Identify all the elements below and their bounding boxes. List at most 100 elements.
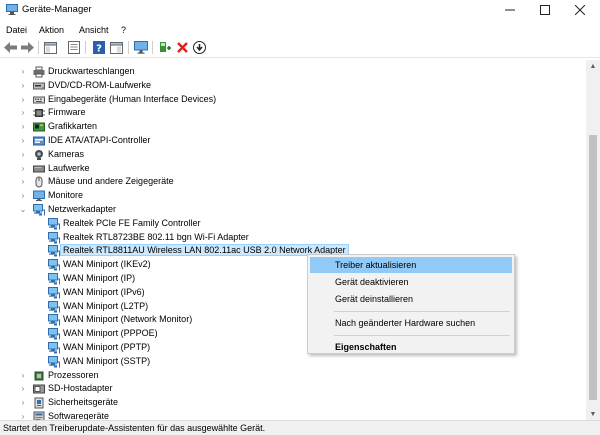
context-menu-item[interactable]: Gerät deaktivieren [310, 274, 512, 290]
caret-down-icon: ▼ [589, 410, 597, 418]
tree-category-item[interactable]: › Eingabegeräte (Human Interface Devices) [0, 93, 586, 107]
context-menu: Treiber aktualisieren Gerät deaktivieren G… [307, 254, 515, 354]
tree-item-label: WAN Miniport (IP) [63, 273, 136, 283]
console-tree-icon [44, 41, 57, 54]
properties-button[interactable] [66, 40, 81, 55]
expander-collapsed-icon[interactable]: › [19, 385, 27, 393]
expander-collapsed-icon[interactable]: › [19, 413, 27, 421]
tree-category-item[interactable]: › Mäuse und andere Zeigegeräte [0, 175, 586, 189]
context-menu-item[interactable]: Treiber aktualisieren [310, 257, 512, 273]
tree-item-label: WAN Miniport (Network Monitor) [63, 314, 193, 325]
network-adapter-icon [48, 314, 60, 326]
tree-device-item[interactable]: Realtek PCIe FE Family Controller [0, 217, 586, 231]
graphics-card-icon [33, 121, 45, 133]
tree-item-label: WAN Miniport (IKEv2) [63, 259, 151, 270]
tree-item-label: Netzwerkadapter [48, 204, 117, 214]
expander-collapsed-icon[interactable]: › [19, 150, 27, 159]
minimize-icon [505, 9, 515, 11]
monitor-icon [33, 190, 45, 202]
device-tree[interactable]: › Druckwarteschlangen › DVD/CD-ROM-Laufwerk… [0, 60, 586, 420]
toolbar-separator [38, 41, 39, 54]
uninstall-button[interactable] [175, 40, 190, 55]
tree-category-item[interactable]: › Softwaregeräte [0, 410, 586, 420]
network-adapter-icon [48, 328, 60, 340]
tree-category-item[interactable]: › Monitore [0, 189, 586, 203]
expander-collapsed-icon[interactable]: › [19, 192, 27, 200]
tree-item-label: Realtek RTL8723BE 802.11 bgn Wi-Fi Adapt… [63, 231, 249, 242]
expander-collapsed-icon[interactable]: › [19, 95, 27, 104]
tree-item-label: WAN Miniport (IPv6) [63, 286, 145, 297]
tree-item-label: Softwaregeräte [48, 411, 110, 420]
network-adapter-icon [48, 259, 60, 271]
disk-drive-icon [33, 163, 45, 175]
tree-item-label: Eingabegeräte (Human Interface Devices) [48, 93, 217, 104]
tree-category-item[interactable]: › Laufwerke [0, 162, 586, 176]
close-button[interactable] [563, 0, 597, 20]
expander-collapsed-icon[interactable]: › [19, 178, 27, 186]
tree-item-label: Grafikkarten [48, 121, 98, 132]
minimize-button[interactable] [493, 0, 527, 20]
tree-category-item[interactable]: ⌄ Netzwerkadapter [0, 203, 586, 217]
tree-category-item[interactable]: › Firmware [0, 106, 586, 120]
scroll-thumb[interactable] [589, 135, 597, 400]
scroll-down-button[interactable]: ▼ [586, 408, 600, 420]
arrow-right-icon [21, 42, 34, 53]
arrow-left-icon [4, 42, 17, 53]
expander-collapsed-icon[interactable]: › [19, 109, 27, 117]
view-button[interactable] [109, 40, 124, 55]
sd-host-icon [33, 383, 45, 395]
tree-device-item[interactable]: Realtek RTL8723BE 802.11 bgn Wi-Fi Adapt… [0, 231, 586, 245]
tree-category-item[interactable]: › Prozessoren [0, 369, 586, 383]
tree-item-label: Monitore [48, 190, 84, 201]
tree-category-item[interactable]: › Kameras [0, 148, 586, 162]
expander-collapsed-icon[interactable]: › [19, 68, 27, 76]
back-button[interactable] [3, 40, 18, 55]
forward-button[interactable] [20, 40, 35, 55]
update-driver-button[interactable] [192, 40, 207, 55]
tree-item-label: WAN Miniport (L2TP) [63, 300, 149, 311]
expander-collapsed-icon[interactable]: › [19, 123, 27, 131]
maximize-button[interactable] [528, 0, 562, 20]
menu-ansicht[interactable]: Ansicht [79, 25, 109, 35]
tree-category-item[interactable]: › IDE ATA/ATAPI-Controller [0, 134, 586, 148]
expander-collapsed-icon[interactable]: › [19, 137, 27, 145]
ide-controller-icon [33, 135, 45, 147]
scroll-up-button[interactable]: ▲ [586, 60, 600, 72]
expander-collapsed-icon[interactable]: › [19, 164, 27, 173]
tree-device-item[interactable]: WAN Miniport (SSTP) [0, 355, 586, 369]
view-icon [110, 41, 123, 54]
context-menu-item[interactable]: Gerät deinstallieren [310, 291, 512, 307]
scan-hardware-button[interactable] [133, 40, 148, 55]
download-circle-icon [193, 41, 206, 54]
menu-datei[interactable]: Datei [6, 25, 27, 35]
tree-item-label: Sicherheitsgeräte [48, 397, 119, 408]
menu-aktion[interactable]: Aktion [39, 25, 64, 35]
vertical-scrollbar[interactable]: ▲ ▼ [586, 60, 600, 420]
add-driver-button[interactable] [158, 40, 173, 55]
help-button[interactable]: ? [91, 40, 106, 55]
tree-category-item[interactable]: › Druckwarteschlangen [0, 65, 586, 79]
tree-category-item[interactable]: › DVD/CD-ROM-Laufwerke [0, 79, 586, 93]
menu-bar: Datei Aktion Ansicht ? [0, 22, 600, 38]
tree-category-item[interactable]: › Grafikkarten [0, 120, 586, 134]
window-title: Geräte-Manager [22, 4, 92, 15]
expander-collapsed-icon[interactable]: › [19, 399, 27, 407]
tree-item-label: Realtek PCIe FE Family Controller [63, 217, 201, 228]
maximize-icon [540, 5, 550, 15]
tree-category-item[interactable]: › Sicherheitsgeräte [0, 396, 586, 410]
tree-item-label: IDE ATA/ATAPI-Controller [48, 135, 151, 145]
expander-collapsed-icon[interactable]: › [19, 81, 27, 90]
disc-drive-icon [33, 80, 45, 92]
context-menu-item[interactable]: Eigenschaften [310, 339, 512, 355]
tree-item-label: WAN Miniport (PPTP) [63, 342, 151, 352]
tree-category-item[interactable]: › SD-Hostadapter [0, 382, 586, 396]
context-menu-item-label: Treiber aktualisieren [335, 260, 417, 270]
context-menu-item[interactable]: Nach geänderter Hardware suchen [310, 315, 512, 331]
tree-item-label: Prozessoren [48, 369, 99, 380]
expander-expanded-icon[interactable]: ⌄ [19, 206, 27, 214]
toolbar-separator [85, 41, 86, 54]
menu-help[interactable]: ? [121, 25, 126, 35]
context-menu-separator [334, 335, 510, 336]
expander-collapsed-icon[interactable]: › [19, 371, 27, 380]
console-tree-button[interactable] [43, 40, 58, 55]
